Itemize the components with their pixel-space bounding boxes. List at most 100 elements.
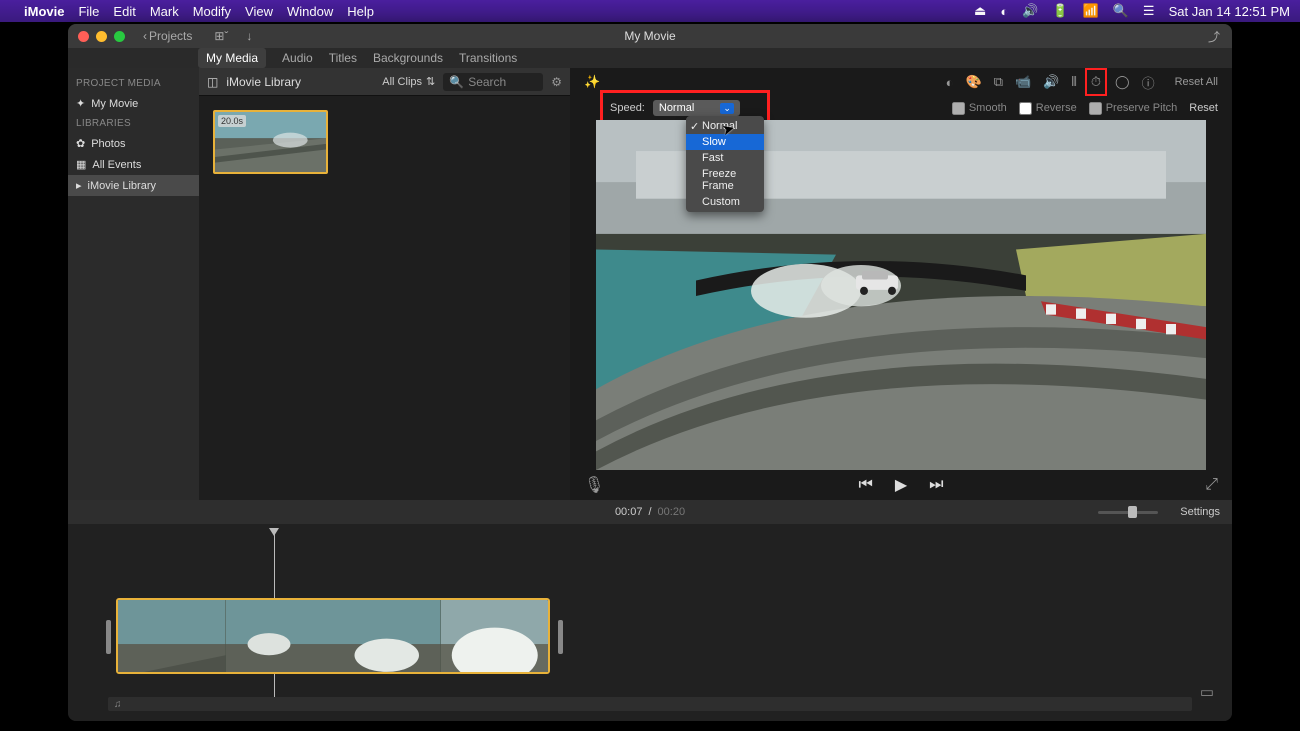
close-button[interactable] (78, 31, 89, 42)
back-to-projects[interactable]: ‹ Projects (143, 29, 192, 43)
clip-handle-right[interactable] (558, 620, 563, 654)
sidebar-toggle-icon[interactable]: ◫ (207, 75, 218, 89)
zoom-button[interactable] (114, 31, 125, 42)
media-browser: ◫ iMovie Library All Clips ⇅ 🔍 Search ⚙ (199, 68, 570, 500)
volume-icon[interactable]: 🔊 (1022, 3, 1038, 19)
wifi-icon[interactable]: 📶 (1083, 3, 1099, 19)
total-duration: 00:20 (658, 506, 686, 518)
preserve-pitch-checkbox[interactable]: Preserve Pitch (1089, 102, 1178, 115)
speed-reset-button[interactable]: Reset (1189, 102, 1218, 114)
star-icon: ✦ (76, 97, 85, 110)
speed-icon[interactable]: ⏱ (1089, 72, 1103, 92)
minimize-button[interactable] (96, 31, 107, 42)
search-field[interactable]: 🔍 Search (443, 73, 543, 91)
timeline-clip[interactable] (116, 598, 550, 674)
prev-frame-icon[interactable]: ⏮ (858, 476, 872, 494)
menu-help[interactable]: Help (347, 4, 374, 19)
tab-audio[interactable]: Audio (282, 51, 313, 65)
reverse-checkbox[interactable]: Reverse (1019, 102, 1077, 115)
search-icon: 🔍 (449, 75, 464, 89)
clip-duration-badge: 20.0s (218, 115, 246, 127)
browser-title: iMovie Library (226, 75, 301, 89)
fullscreen-icon[interactable]: ⤢ (1205, 476, 1218, 494)
speed-select[interactable]: Normal ⌄ (653, 100, 740, 116)
updown-icon: ⇅ (426, 75, 435, 88)
magic-wand-icon[interactable]: ✨ (584, 74, 600, 90)
speed-control-row: Speed: Normal ⌄ Normal Slow Fast Freeze … (570, 96, 1232, 120)
clip-handle-left[interactable] (106, 620, 111, 654)
globe-icon[interactable]: ◐ (1000, 4, 1008, 19)
vr-icon[interactable]: ▭ (1200, 683, 1214, 701)
speed-selected-value: Normal (659, 102, 694, 114)
clip-filmstrip (118, 600, 548, 674)
speed-option-freeze[interactable]: Freeze Frame (686, 166, 764, 194)
gear-icon[interactable]: ⚙ (551, 75, 562, 89)
tab-titles[interactable]: Titles (329, 51, 357, 65)
share-icon[interactable]: ⤴ (1208, 28, 1220, 45)
clip-thumbnail[interactable]: 20.0s (213, 110, 328, 174)
viewer-panel: ✨ ◐ 🎨 ⧉ 📹 🔊 ⫴ ⏱ ◯ ⓘ Reset All Speed: Nor… (570, 68, 1232, 500)
clip-filter-icon[interactable]: ◯ (1115, 74, 1130, 90)
browser-header: ◫ iMovie Library All Clips ⇅ 🔍 Search ⚙ (199, 68, 570, 96)
speed-option-custom[interactable]: Custom (686, 194, 764, 210)
traffic-lights (68, 31, 125, 42)
volume-adjust-icon[interactable]: 🔊 (1043, 74, 1059, 90)
sidebar-all-events[interactable]: ▦ All Events (68, 154, 199, 175)
sidebar-project-label: My Movie (91, 98, 138, 110)
noise-eq-icon[interactable]: ⫴ (1071, 74, 1076, 90)
eject-icon[interactable]: ⏏ (974, 3, 986, 19)
disclosure-icon: ▸ (76, 179, 82, 192)
stabilization-icon[interactable]: 📹 (1015, 74, 1031, 90)
zoom-knob[interactable] (1128, 506, 1137, 518)
speed-option-slow[interactable]: Slow (686, 134, 764, 150)
titlebar-tools: ⊞ˇ ↓ (214, 29, 252, 43)
import-icon[interactable]: ⊞ˇ (214, 29, 228, 43)
spotlight-icon[interactable]: 🔍 (1113, 3, 1129, 19)
speed-option-normal[interactable]: Normal (686, 118, 764, 134)
macos-menubar: iMovie File Edit Mark Modify View Window… (0, 0, 1300, 22)
flower-icon: ✿ (76, 137, 85, 150)
sidebar-project-item[interactable]: ✦ My Movie (68, 93, 199, 114)
speed-option-fast[interactable]: Fast (686, 150, 764, 166)
clips-filter[interactable]: All Clips ⇅ (382, 75, 435, 88)
timeline-zoom-slider[interactable] (1098, 511, 1158, 514)
sidebar-photos[interactable]: ✿ Photos (68, 133, 199, 154)
color-correction-icon[interactable]: 🎨 (966, 74, 982, 90)
menu-modify[interactable]: Modify (193, 4, 231, 19)
battery-icon[interactable]: 🔋 (1052, 3, 1068, 19)
download-icon[interactable]: ↓ (246, 29, 252, 43)
transport-controls: 🎙 ⏮ ▶ ⏭ ⤢ (570, 470, 1232, 500)
menubar-datetime[interactable]: Sat Jan 14 12:51 PM (1169, 4, 1290, 19)
tab-transitions[interactable]: Transitions (459, 51, 517, 65)
zoom-track (1098, 511, 1158, 514)
time-display-row: 00:07 / 00:20 Settings (68, 500, 1232, 524)
tab-backgrounds[interactable]: Backgrounds (373, 51, 443, 65)
color-balance-icon[interactable]: ◐ (946, 75, 954, 90)
play-icon[interactable]: ▶ (895, 475, 907, 495)
microphone-icon[interactable]: 🎙 (584, 475, 604, 495)
next-frame-icon[interactable]: ⏭ (929, 476, 943, 494)
viewer-toolbar: ✨ ◐ 🎨 ⧉ 📹 🔊 ⫴ ⏱ ◯ ⓘ Reset All (570, 68, 1232, 96)
smooth-checkbox[interactable]: Smooth (952, 102, 1007, 115)
sidebar-imovie-library[interactable]: ▸ iMovie Library (68, 175, 199, 196)
sidebar-hdr-project: PROJECT MEDIA (68, 74, 199, 93)
media-tabs: My Media Audio Titles Backgrounds Transi… (68, 48, 1232, 68)
sidebar-hdr-libraries: LIBRARIES (68, 114, 199, 133)
timeline[interactable]: ♫ ▭ (68, 524, 1232, 721)
tab-my-media[interactable]: My Media (198, 48, 266, 68)
menu-view[interactable]: View (245, 4, 273, 19)
thumbnails-grid: 20.0s (199, 96, 570, 188)
music-track[interactable]: ♫ (108, 697, 1192, 711)
menu-edit[interactable]: Edit (113, 4, 135, 19)
info-icon[interactable]: ⓘ (1142, 73, 1155, 92)
control-center-icon[interactable]: ☰ (1143, 3, 1155, 19)
timeline-settings-button[interactable]: Settings (1180, 506, 1220, 518)
back-label: Projects (149, 29, 192, 43)
sidebar: PROJECT MEDIA ✦ My Movie LIBRARIES ✿ Pho… (68, 68, 199, 500)
reset-all-button[interactable]: Reset All (1175, 76, 1218, 88)
app-name[interactable]: iMovie (24, 4, 64, 19)
menu-file[interactable]: File (78, 4, 99, 19)
menu-window[interactable]: Window (287, 4, 333, 19)
menu-mark[interactable]: Mark (150, 4, 179, 19)
crop-icon[interactable]: ⧉ (994, 74, 1003, 90)
